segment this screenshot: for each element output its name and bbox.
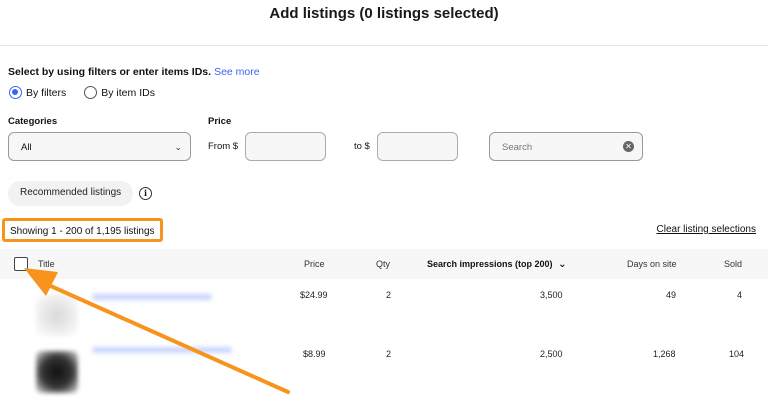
column-price[interactable]: Price xyxy=(304,259,325,269)
clear-search-icon[interactable]: ✕ xyxy=(623,141,634,152)
clear-selections-link[interactable]: Clear listing selections xyxy=(657,224,757,235)
radio-by-filters-label: By filters xyxy=(26,86,67,99)
select-all-checkbox[interactable] xyxy=(14,257,28,271)
listing-title-link[interactable] xyxy=(92,347,232,353)
search-placeholder: Search xyxy=(502,142,533,153)
column-qty[interactable]: Qty xyxy=(376,259,390,269)
cell-days-on-site: 49 xyxy=(666,290,677,300)
cell-price: $8.99 xyxy=(303,349,326,359)
selection-hint: Select by using filters or enter items I… xyxy=(8,66,260,78)
cell-sold: 4 xyxy=(737,290,743,300)
radio-selected-icon xyxy=(9,86,22,99)
cell-price: $24.99 xyxy=(300,290,328,300)
price-to-input[interactable] xyxy=(377,132,458,161)
price-from-label: From $ xyxy=(208,141,239,152)
categories-label: Categories xyxy=(8,116,58,127)
recommended-listings-chip[interactable]: Recommended listings xyxy=(8,181,134,206)
table-header: Title Price Qty Search impressions (top … xyxy=(0,249,768,279)
listing-thumbnail xyxy=(36,351,78,393)
column-title[interactable]: Title xyxy=(38,259,55,269)
dialog-header: Add listings (0 listings selected) xyxy=(0,0,768,46)
categories-select-value: All xyxy=(21,142,32,153)
cell-qty: 2 xyxy=(386,290,392,300)
cell-days-on-site: 1,268 xyxy=(653,349,676,359)
column-days-on-site[interactable]: Days on site xyxy=(627,259,677,269)
search-input[interactable]: Search ✕ xyxy=(489,132,643,161)
listing-count: Showing 1 - 200 of 1,195 listings xyxy=(2,218,163,242)
price-label: Price xyxy=(208,116,232,127)
cell-sold: 104 xyxy=(729,349,745,359)
price-to-label: to $ xyxy=(354,141,370,152)
listing-title-link[interactable] xyxy=(92,294,212,300)
categories-select[interactable]: All ⌄ xyxy=(8,132,191,161)
radio-by-item-ids-label: By item IDs xyxy=(101,86,155,99)
selection-hint-text: Select by using filters or enter items I… xyxy=(8,66,212,78)
cell-impressions: 3,500 xyxy=(540,290,563,300)
listing-thumbnail xyxy=(36,294,78,336)
column-search-impressions[interactable]: Search impressions (top 200) ⌄ xyxy=(427,259,566,270)
radio-by-filters[interactable]: By filters xyxy=(9,86,66,99)
radio-by-item-ids[interactable]: By item IDs xyxy=(84,86,155,99)
sort-chevron-down-icon: ⌄ xyxy=(558,259,567,270)
cell-qty: 2 xyxy=(386,349,392,359)
info-icon[interactable]: i xyxy=(139,187,152,200)
radio-unselected-icon xyxy=(84,86,98,99)
selection-mode-group: By filters By item IDs xyxy=(9,86,173,99)
chevron-down-icon: ⌄ xyxy=(174,142,182,152)
column-search-impressions-label: Search impressions (top 200) xyxy=(427,259,553,269)
price-from-input[interactable] xyxy=(245,132,326,161)
column-sold[interactable]: Sold xyxy=(724,259,742,269)
cell-impressions: 2,500 xyxy=(540,349,563,359)
see-more-link[interactable]: See more xyxy=(214,66,260,78)
dialog-title: Add listings (0 listings selected) xyxy=(269,5,499,22)
